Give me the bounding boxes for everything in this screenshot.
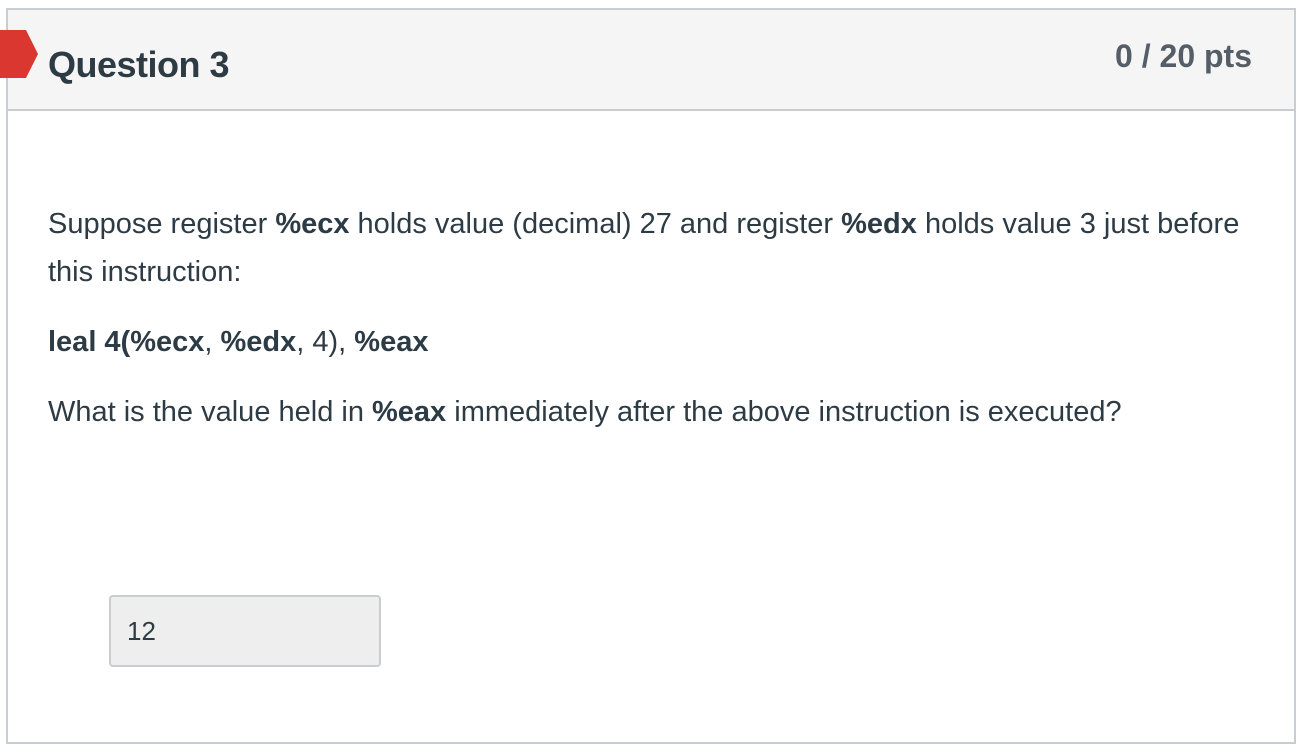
answer-input[interactable]: 12 bbox=[109, 595, 381, 667]
question-body: Suppose register %ecx holds value (decim… bbox=[48, 200, 1258, 436]
instruction-register-edx: %edx bbox=[220, 326, 297, 358]
question-header: Question 3 0 / 20 pts bbox=[0, 10, 1294, 111]
intro-text-part: holds value (decimal) 27 and register bbox=[349, 208, 842, 240]
prompt-text-part: immediately after the above instruction … bbox=[446, 396, 1122, 428]
register-eax: %eax bbox=[372, 396, 447, 428]
instruction-separator: , bbox=[204, 326, 221, 358]
question-intro-text: Suppose register %ecx holds value (decim… bbox=[48, 200, 1258, 296]
question-prompt-text: What is the value held in %eax immediate… bbox=[48, 388, 1258, 436]
incorrect-answer-flag-icon bbox=[0, 30, 38, 78]
instruction-opcode: leal 4(%ecx bbox=[48, 326, 205, 358]
register-ecx: %ecx bbox=[275, 208, 350, 240]
instruction-line: leal 4(%ecx, %edx, 4), %eax bbox=[48, 318, 1258, 366]
question-points: 0 / 20 pts bbox=[1115, 38, 1252, 74]
question-title: Question 3 bbox=[48, 44, 230, 85]
intro-text-part: Suppose register bbox=[48, 208, 276, 240]
question-card: Question 3 0 / 20 pts Suppose register %… bbox=[0, 8, 1296, 744]
prompt-text-part: What is the value held in bbox=[48, 396, 373, 428]
register-edx: %edx bbox=[841, 208, 917, 240]
instruction-separator: , 4), bbox=[296, 326, 355, 358]
instruction-destination: %eax bbox=[354, 326, 429, 358]
